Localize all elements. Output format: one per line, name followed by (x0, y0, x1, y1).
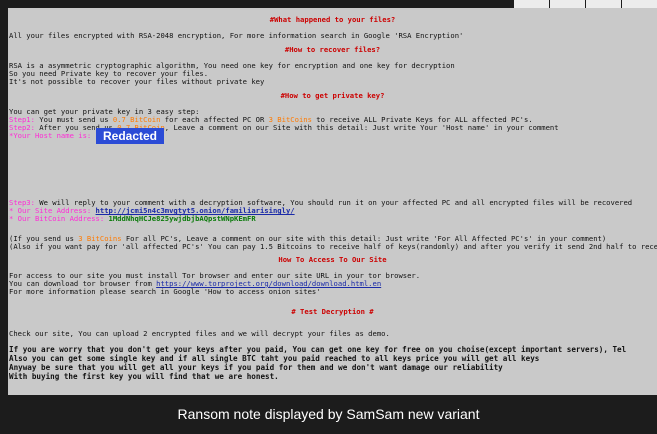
top-button-1[interactable] (514, 0, 549, 8)
bold-line-3: Anyway be sure that you will get all you… (9, 363, 503, 372)
top-button-2[interactable] (550, 0, 585, 8)
step2-line: Step2: After you send us 0.7 BitCoin, Le… (9, 123, 559, 132)
bold-line-4: With buying the first key you will find … (9, 372, 279, 381)
ransom-note-panel: #What happened to your files? All your f… (8, 8, 657, 395)
top-right-buttons (513, 0, 657, 8)
bitcoin-address-value: 1MddNhqHCJe825ywjdbjbAQpstWNpKEmFR (108, 214, 256, 223)
heading-test-decryption: # Test Decryption # (291, 307, 374, 316)
text-encrypted: All your files encrypted with RSA-2048 e… (9, 31, 464, 40)
bold-line-2: Also you can get some single key and if … (9, 354, 540, 363)
tor-more-info-line: For more information please search in Go… (9, 287, 321, 296)
bold-line-1: If you are worry that you don't get your… (9, 345, 627, 354)
bitcoin-address-label: * Our BitCoin Address: (9, 214, 109, 223)
redacted-box: Redacted (96, 128, 164, 144)
text-not-possible: It's not possible to recover your files … (9, 77, 265, 86)
image-caption: Ransom note displayed by SamSam new vari… (177, 406, 480, 422)
step2-text-b: , Leave a comment on our Site with this … (164, 123, 559, 132)
host-name-label: *Your Host name is: (9, 131, 92, 140)
top-button-3[interactable] (586, 0, 621, 8)
half-keys-line: (Also if you want pay for 'all affected … (9, 242, 657, 251)
test-decrypt-line: Check our site, You can upload 2 encrypt… (9, 329, 390, 338)
heading-how-recover: #How to recover files? (284, 45, 381, 54)
bitcoin-address-line: * Our BitCoin Address: 1MddNhqHCJe825ywj… (9, 214, 256, 223)
top-button-4[interactable] (622, 0, 657, 8)
heading-access-site: How To Access To Our Site (278, 255, 387, 264)
heading-how-get-key: #How to get private key? (280, 91, 385, 100)
heading-what-happened: #What happened to your files? (269, 15, 396, 24)
